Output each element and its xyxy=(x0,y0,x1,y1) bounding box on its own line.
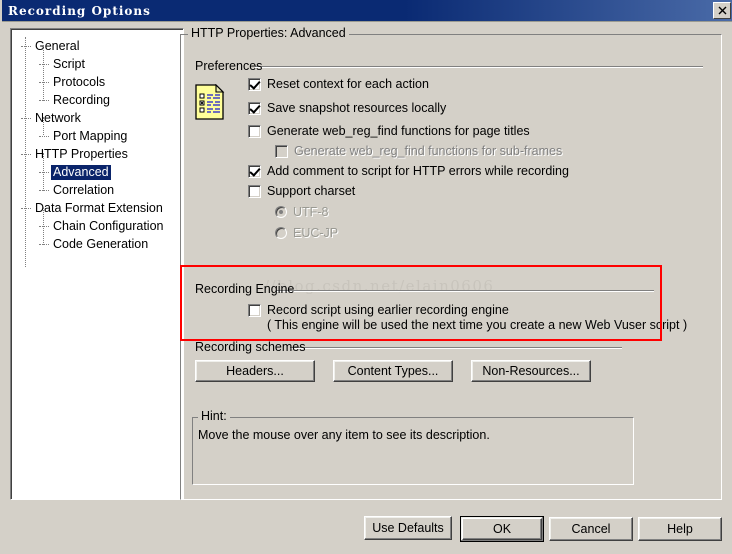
tree-item-network[interactable]: Network xyxy=(11,109,183,127)
non-resources-button[interactable]: Non-Resources... xyxy=(471,360,591,382)
tree-connector xyxy=(39,99,49,101)
hint-text: Move the mouse over any item to see its … xyxy=(198,428,490,442)
help-button[interactable]: Help xyxy=(638,517,722,541)
checkbox-indicator[interactable] xyxy=(248,125,261,138)
checkbox-label: Generate web_reg_find functions for sub-… xyxy=(294,144,563,158)
tree-item-label: Network xyxy=(35,110,81,125)
checkbox-indicator xyxy=(275,145,288,158)
checkbox-label: Reset context for each action xyxy=(267,77,429,91)
button-label: Use Defaults xyxy=(372,521,444,535)
tree-item-http-properties[interactable]: HTTP Properties xyxy=(11,145,183,163)
close-glyph xyxy=(718,6,726,15)
recording-engine-separator xyxy=(276,290,654,292)
tree-item-label: Protocols xyxy=(53,74,106,89)
checkbox-add-comment-http-errors[interactable]: Add comment to script for HTTP errors wh… xyxy=(248,164,569,178)
title-bar: Recording Options xyxy=(2,0,732,22)
button-label: Cancel xyxy=(571,522,611,536)
cancel-button[interactable]: Cancel xyxy=(549,517,633,541)
use-defaults-button[interactable]: Use Defaults xyxy=(364,516,452,540)
tree-connector xyxy=(39,81,49,83)
tree-item-label: Correlation xyxy=(53,182,115,197)
content-types-button[interactable]: Content Types... xyxy=(333,360,453,382)
window-title: Recording Options xyxy=(8,3,151,18)
radio-label: UTF-8 xyxy=(293,205,329,219)
tree-connector xyxy=(39,171,49,173)
tree-connector xyxy=(21,45,31,47)
checkbox-generate-web-reg-find-page-titles[interactable]: Generate web_reg_find functions for page… xyxy=(248,124,530,138)
tree-item-recording[interactable]: Recording xyxy=(11,91,183,109)
tree-item-label: Script xyxy=(53,56,85,71)
checkbox-generate-web-reg-find-sub-frames: Generate web_reg_find functions for sub-… xyxy=(275,144,562,158)
hint-group-label: Hint: xyxy=(198,409,230,423)
tree-item-correlation[interactable]: Correlation xyxy=(11,181,183,199)
radio-indicator xyxy=(275,227,287,239)
recording-schemes-label: Recording schemes xyxy=(195,340,306,354)
checkbox-label: Support charset xyxy=(267,184,356,198)
tree-connector xyxy=(39,135,49,137)
button-face: OK xyxy=(462,518,542,540)
tree-connector xyxy=(21,207,31,209)
document-checklist-icon xyxy=(195,84,225,120)
tree-item-label: HTTP Properties xyxy=(35,146,128,161)
headers-button[interactable]: Headers... xyxy=(195,360,315,382)
close-icon[interactable] xyxy=(713,2,731,19)
tree-item-label: Data Format Extension xyxy=(35,200,163,215)
tree-connector xyxy=(39,243,49,245)
tree-item-label: Port Mapping xyxy=(53,128,128,143)
recording-options-dialog: Recording Options General Script Protoco… xyxy=(0,0,732,554)
radio-indicator xyxy=(275,206,287,218)
tree-item-script[interactable]: Script xyxy=(11,55,183,73)
tree-item-advanced[interactable]: Advanced xyxy=(11,163,183,181)
tree-item-protocols[interactable]: Protocols xyxy=(11,73,183,91)
recording-engine-label: Recording Engine xyxy=(195,282,295,296)
checkbox-label: Generate web_reg_find functions for page… xyxy=(267,124,530,138)
preferences-label: Preferences xyxy=(195,59,263,73)
button-label: Content Types... xyxy=(347,364,439,378)
http-properties-group-label: HTTP Properties: Advanced xyxy=(188,26,349,40)
checkbox-indicator[interactable] xyxy=(248,185,261,198)
radio-euc-jp: EUC-JP xyxy=(275,226,338,240)
tree-connector xyxy=(39,225,49,227)
tree-item-label: Code Generation xyxy=(53,236,149,251)
tree-connector xyxy=(21,117,31,119)
checkbox-label: Record script using earlier recording en… xyxy=(267,303,509,317)
navigation-tree[interactable]: General Script Protocols Recording Netwo… xyxy=(10,28,184,500)
button-label: OK xyxy=(492,522,512,536)
tree-item-label: Chain Configuration xyxy=(53,218,164,233)
tree-item-data-format-extension[interactable]: Data Format Extension xyxy=(11,199,183,217)
checkbox-indicator[interactable] xyxy=(248,165,261,178)
tree-item-port-mapping[interactable]: Port Mapping xyxy=(11,127,183,145)
tree-item-code-generation[interactable]: Code Generation xyxy=(11,235,183,253)
checkbox-save-snapshot-resources[interactable]: Save snapshot resources locally xyxy=(248,101,446,115)
radio-utf-8: UTF-8 xyxy=(275,205,328,219)
checkbox-label: Save snapshot resources locally xyxy=(267,101,447,115)
tree-item-chain-configuration[interactable]: Chain Configuration xyxy=(11,217,183,235)
button-label: Non-Resources... xyxy=(482,364,580,378)
checkbox-label: Add comment to script for HTTP errors wh… xyxy=(267,164,569,178)
checkbox-indicator[interactable] xyxy=(248,304,261,317)
tree-item-label: Advanced xyxy=(51,164,111,180)
tree-connector xyxy=(39,63,49,65)
tree-connector xyxy=(39,189,49,191)
checkbox-indicator[interactable] xyxy=(248,102,261,115)
checkbox-indicator[interactable] xyxy=(248,78,261,91)
checkbox-reset-context[interactable]: Reset context for each action xyxy=(248,77,429,91)
tree-item-general[interactable]: General xyxy=(11,37,183,55)
tree-connector xyxy=(21,153,31,155)
ok-button[interactable]: OK xyxy=(460,516,544,542)
recording-schemes-separator xyxy=(290,347,622,349)
checkbox-support-charset[interactable]: Support charset xyxy=(248,184,355,198)
radio-label: EUC-JP xyxy=(293,226,339,240)
checkbox-record-earlier-engine[interactable]: Record script using earlier recording en… xyxy=(248,303,509,317)
button-label: Headers... xyxy=(226,364,284,378)
button-label: Help xyxy=(667,522,693,536)
tree-item-label: Recording xyxy=(53,92,110,107)
recording-engine-note: ( This engine will be used the next time… xyxy=(267,318,688,332)
tree-item-label: General xyxy=(35,38,80,53)
preferences-separator xyxy=(255,66,703,68)
